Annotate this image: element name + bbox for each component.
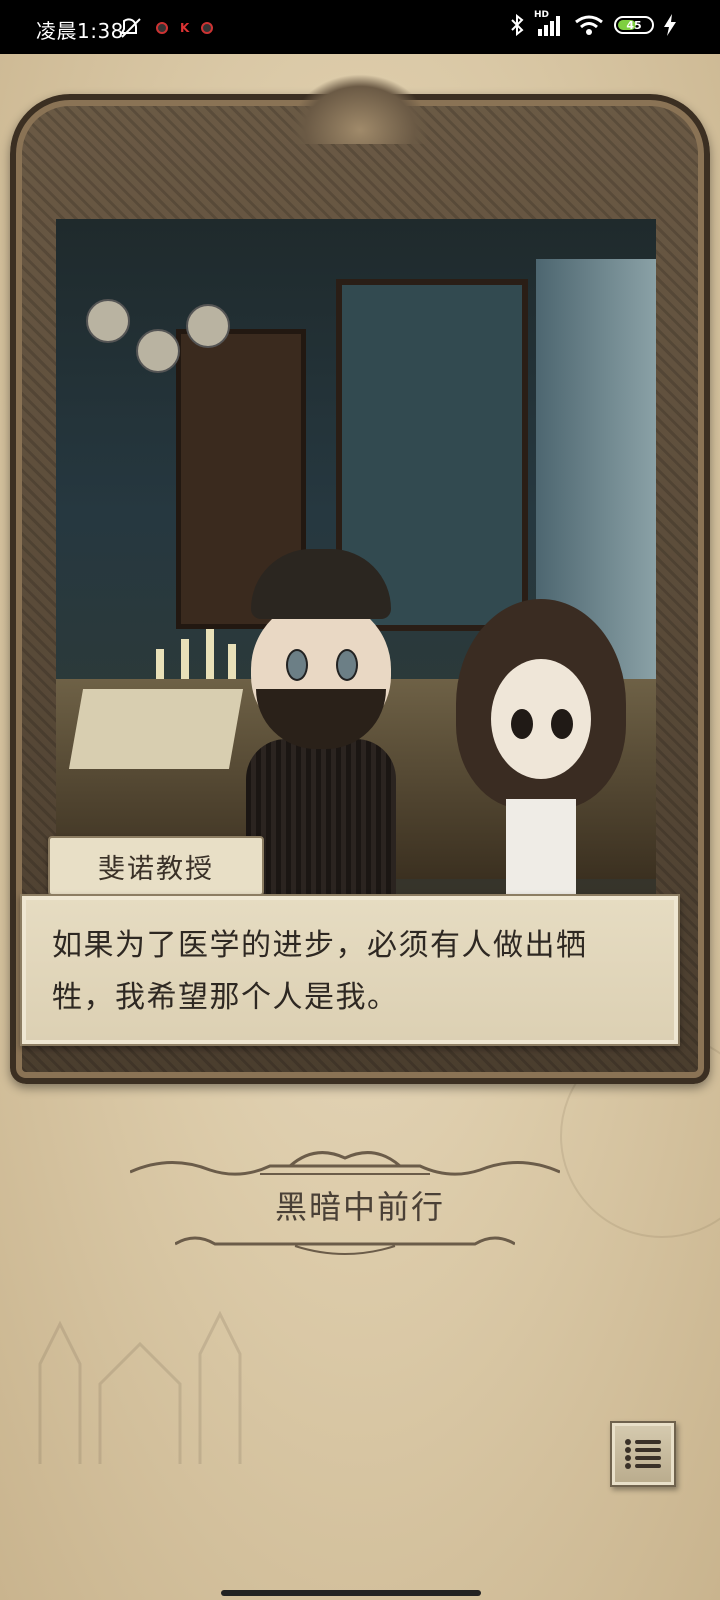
game-screen: 斐诺教授 如果为了医学的进步，必须有人做出牺牲，我希望那个人是我。 黑暗中前行 xyxy=(0,54,720,1600)
status-bar: 凌晨1:38 K HD 45 xyxy=(0,0,720,54)
speaker-name-tag: 斐诺教授 xyxy=(48,836,264,896)
home-indicator[interactable] xyxy=(221,1590,481,1596)
chapter-title: 黑暗中前行 xyxy=(274,1188,445,1226)
battery-icon: 45 xyxy=(614,16,654,34)
candelabra xyxy=(156,599,236,689)
status-notification-icons: K xyxy=(120,17,214,39)
castle-sketch-decoration xyxy=(38,1310,242,1464)
chapter-ornament-bottom xyxy=(175,1236,515,1255)
frame-crest-ornament xyxy=(290,74,430,144)
notification-app-icon xyxy=(201,22,214,34)
dialog-text: 如果为了医学的进步，必须有人做出牺牲，我希望那个人是我。 xyxy=(52,928,588,1015)
desk-papers xyxy=(68,689,244,769)
wifi-icon xyxy=(575,15,603,35)
dialog-box[interactable]: 如果为了医学的进步，必须有人做出牺牲，我希望那个人是我。 xyxy=(20,894,680,1046)
menu-button[interactable] xyxy=(610,1421,676,1487)
notification-k-icon: K xyxy=(180,21,190,35)
mute-icon xyxy=(120,18,141,38)
chandelier xyxy=(76,279,246,399)
battery-level: 45 xyxy=(626,18,642,32)
status-time: 凌晨1:38 xyxy=(36,19,124,43)
bluetooth-icon xyxy=(511,14,524,36)
signal-icon: HD xyxy=(534,10,564,36)
status-right-icons: HD 45 xyxy=(510,10,676,36)
speaker-name: 斐诺教授 xyxy=(98,853,214,885)
menu-list-icon xyxy=(625,1439,661,1469)
notification-app-icon xyxy=(156,22,168,34)
charging-icon xyxy=(664,14,676,36)
chapter-ornament-top xyxy=(130,1151,560,1176)
